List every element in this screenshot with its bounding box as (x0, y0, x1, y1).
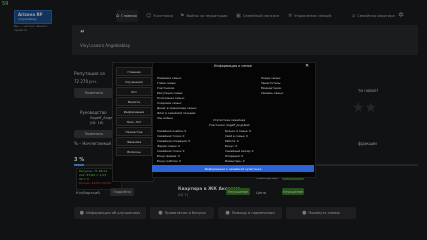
stat-left: Семейная операция: 0 (157, 139, 191, 143)
stat-right: Бизнес в семье: 0 (225, 129, 252, 133)
modal-field-label: Модераторов: (261, 86, 282, 90)
stat-left: Ферма семьи: 0 (157, 144, 181, 148)
modal-field-label: Зон войны: (157, 116, 174, 120)
stats-title: Статистика семейная (213, 118, 246, 122)
modal-field-label: Участников: (157, 86, 175, 90)
stat-left: Семейная ячейка: 0 (157, 129, 187, 133)
modal-field-label: Уровень семьи: (261, 91, 284, 95)
modal-sidebar: Главная Улучшения Лот Валюта Информация … (112, 62, 154, 182)
stat-right: Операция: 0 (225, 154, 244, 158)
stat-left: Бонус ферма: 0 (157, 154, 180, 158)
modal-field-label: Создание семьи: (157, 101, 182, 105)
modal-field-label: Флаг в семейной гильдии: (157, 111, 197, 115)
close-icon[interactable]: ✕ (305, 63, 309, 69)
modal-side-item[interactable]: Валюта (116, 97, 152, 106)
modal-side-item[interactable]: Причастие (116, 127, 152, 136)
modal-field-label: Денег в хранилище семьи: (157, 106, 197, 110)
stats-subtitle: Участники: Sageff_Angeblak (209, 123, 250, 127)
modal-side-item[interactable]: Ниж. Лот (116, 117, 152, 126)
stat-right: Семейный вклад: 0 (225, 149, 254, 153)
modal-side-item[interactable]: Фамилия (116, 137, 152, 146)
stat-right: Свой в семье: 0 (225, 134, 248, 138)
modal-title: Информация о семье (214, 64, 252, 68)
modal-side-item[interactable]: Вопросы (116, 147, 152, 156)
stat-left: Бонус работы: 0 (157, 159, 181, 163)
stat-right: Работа: 0 (225, 139, 239, 143)
modal-field-label: Репутация семьи: (157, 91, 184, 95)
family-info-modal: Название семьи: Глава семьи: Участников:… (152, 62, 316, 178)
stat-left: Семейная точка: 0 (157, 149, 185, 153)
stat-right: Инвентарь: 0 (225, 159, 245, 163)
modal-field-label: Название семьи: (157, 76, 182, 80)
modal-side-item[interactable]: Лот (116, 87, 152, 96)
modal-field-label: Заместитель: (261, 81, 282, 85)
modal-field-label: Лидер семьи: (261, 76, 282, 80)
modal-field-label: Глава семьи: (157, 81, 177, 85)
modal-side-item[interactable]: Улучшения (116, 77, 152, 86)
modal-side-item[interactable]: Главная (116, 67, 152, 76)
stat-left: Семейная точка: 0 (157, 134, 185, 138)
modal-info-button[interactable]: Информация о семейной хулиганке (152, 165, 314, 172)
modal-field-label: Положение семьи: (157, 96, 185, 100)
modal-side-item[interactable]: Информация (116, 107, 152, 116)
stat-right: Бонус: 0 (225, 144, 238, 148)
